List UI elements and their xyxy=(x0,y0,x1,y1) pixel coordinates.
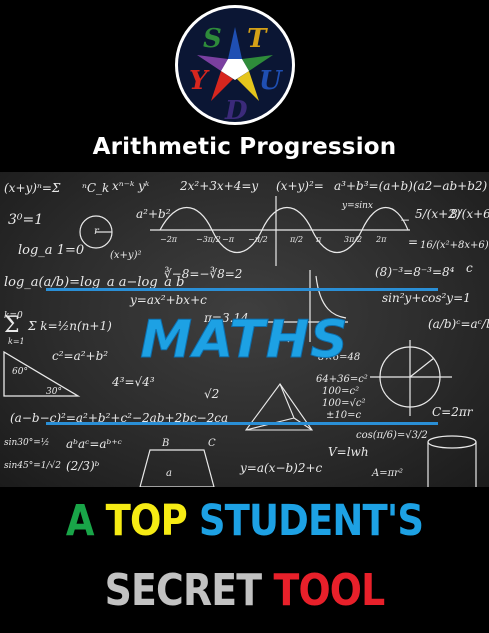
formula: sin30°=½ xyxy=(4,437,50,448)
book-title: Arithmetic Progression xyxy=(92,134,397,160)
formula: sin²y+cos²y=1 xyxy=(382,291,471,305)
formula: (8)⁻³=8⁻³=8⁴ xyxy=(375,265,455,279)
logo-emblem: S T Y U D xyxy=(175,5,295,126)
axis-tick-label: −2π xyxy=(160,235,178,244)
formula: (x+y)²= xyxy=(276,179,324,193)
formula: 2x²+3x+4=y xyxy=(179,179,258,193)
cylinder-sketch xyxy=(427,435,477,487)
axis-tick-label: π xyxy=(315,235,322,244)
axis-tick-label: 3π/2 xyxy=(344,235,362,244)
tagline-word-top: TOP xyxy=(105,496,188,546)
axis-tick-label: 2π xyxy=(375,235,387,244)
blue-rule-bottom xyxy=(46,422,438,425)
logo-letter-s: S xyxy=(203,24,222,54)
axis-tick-label: −π xyxy=(222,235,235,244)
formula: y=ax²+bx+c xyxy=(129,293,207,307)
maths-headline: MATHS xyxy=(140,310,349,371)
formula: a³+b³=(a+b)(a2−ab+b2) xyxy=(334,179,488,193)
formula: 100=√c² xyxy=(322,398,365,409)
formula: V=lwh xyxy=(328,445,369,459)
vertex-label: a xyxy=(166,468,172,479)
blue-rule-top xyxy=(46,288,438,291)
formula: 8/(x+6) xyxy=(450,207,489,221)
formula: ±10=c xyxy=(326,410,361,421)
logo-letter-u: U xyxy=(259,66,283,96)
formula: sin45°=1/√2 xyxy=(4,460,61,471)
formula: 3⁰=1 xyxy=(8,212,43,228)
tagline-word-a: A xyxy=(65,496,95,546)
formula: y=a(x−b)2+c xyxy=(239,461,323,475)
formula: 16/(x²+8x+6) xyxy=(420,240,489,251)
formula: C=2πr xyxy=(432,405,474,419)
formula: A=πr² xyxy=(371,468,403,479)
formula: (x+y)ⁿ=Σ xyxy=(4,181,61,195)
axis-tick-label: −π/2 xyxy=(248,235,268,244)
tagline-word-students: STUDENT'S xyxy=(198,496,424,546)
logo-letter-d: D xyxy=(224,96,248,126)
vertex-label: B xyxy=(161,438,169,449)
formula: xⁿ⁻ᵏ yᵏ xyxy=(112,179,150,193)
formula: a²+b² xyxy=(136,207,171,221)
formula: (2/3)ᵇ xyxy=(66,459,100,473)
formula: 64+36=c² xyxy=(316,374,368,385)
formula: = xyxy=(408,235,418,249)
formula: − xyxy=(400,213,410,227)
tagline-word-tool: TOOL xyxy=(273,565,386,616)
logo-letter-y: Y xyxy=(189,66,210,96)
formula: y=sinx xyxy=(341,201,373,211)
tagline-line-2: SECRET TOOL xyxy=(34,565,455,616)
formula: aᵇaᶜ=aᵇ⁺ᶜ xyxy=(66,437,122,451)
formula: (x+y)² xyxy=(110,250,141,261)
formula: 100=c² xyxy=(322,386,359,397)
formula: √2 xyxy=(204,387,219,401)
vertex-label: C xyxy=(208,438,216,449)
formula: ⁿC_k xyxy=(82,181,109,195)
formula: log_a 1=0 xyxy=(18,243,84,258)
trapezoid-sketch xyxy=(139,449,215,487)
axis-tick-label: π/2 xyxy=(289,235,303,244)
tagline-line-1: A TOP STUDENT'S xyxy=(34,496,455,546)
formula: ∛−8=−∛8=2 xyxy=(164,266,242,281)
tagline-word-secret: SECRET xyxy=(104,565,262,616)
logo-letter-t: T xyxy=(247,24,268,54)
formula: c xyxy=(466,261,473,275)
circle-radius-sketch xyxy=(79,215,113,249)
styud-logo: S T Y U D xyxy=(173,3,297,127)
formula: 4³=√4³ xyxy=(111,375,155,389)
formula: cos(π/6)=√3/2 xyxy=(356,430,428,441)
